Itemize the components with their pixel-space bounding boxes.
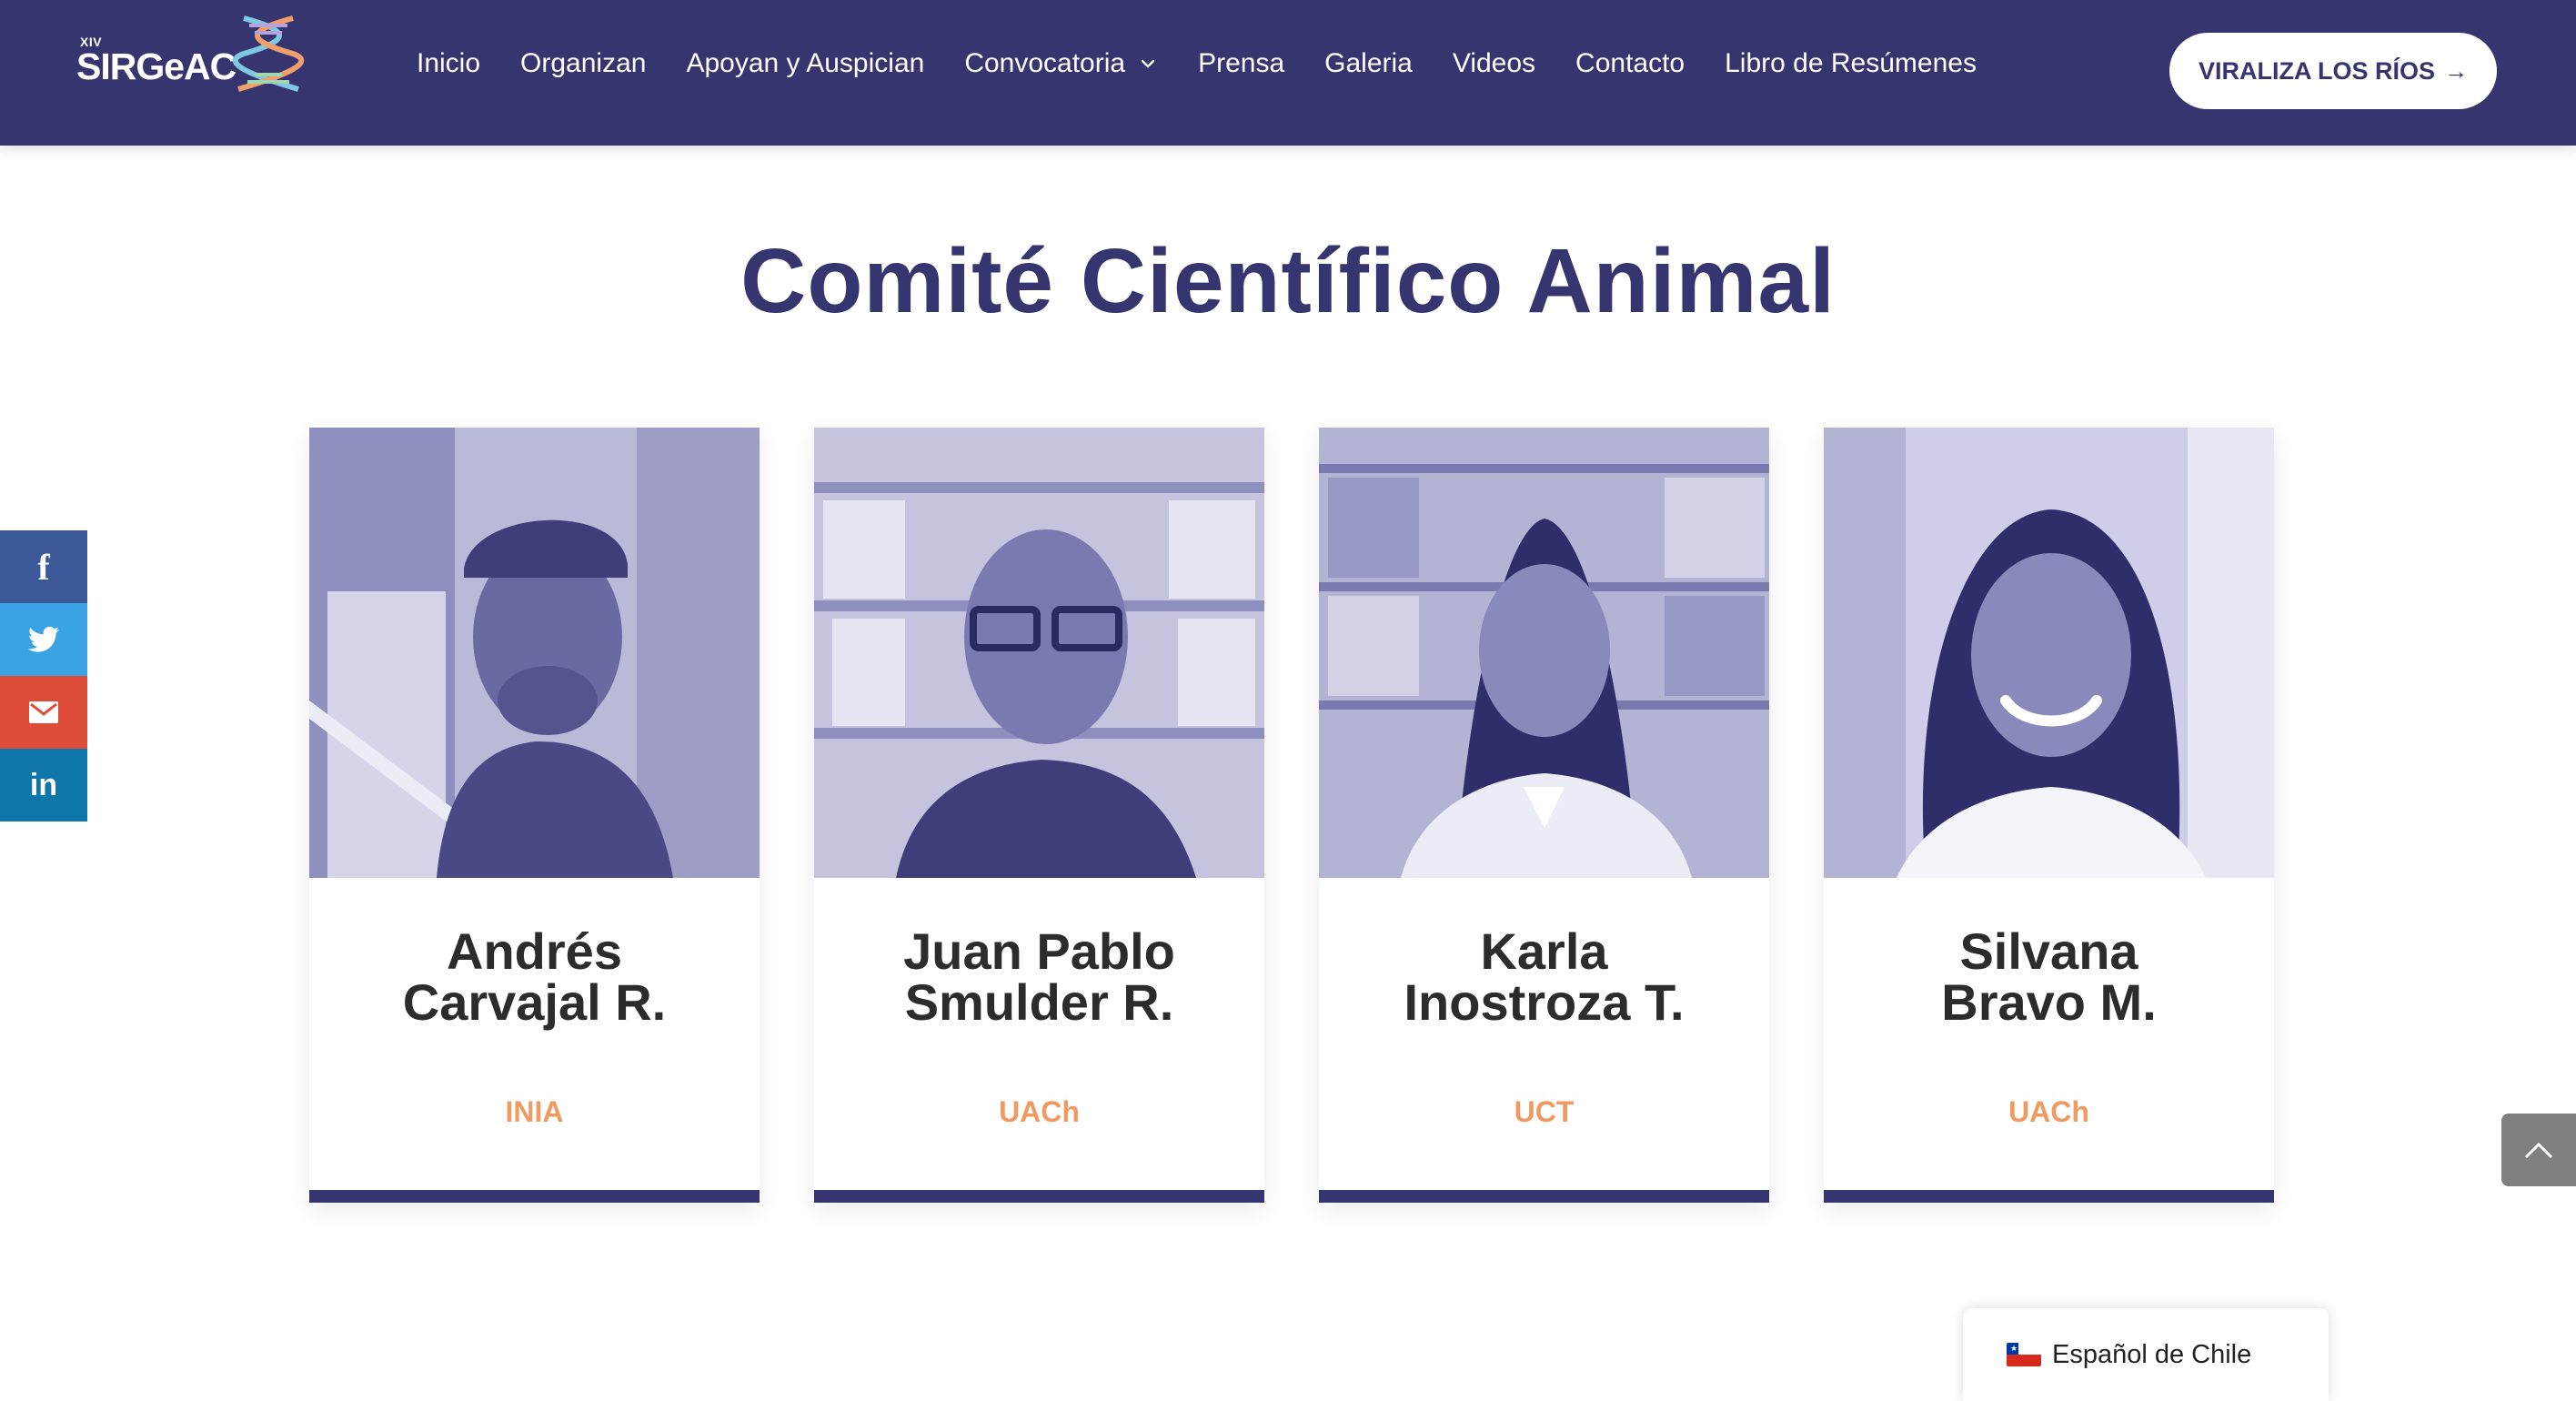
site-logo[interactable]: XIV SIRGeAC: [75, 13, 311, 95]
card-accent-bar: [309, 1190, 760, 1203]
nav-item-organizan[interactable]: Organizan: [520, 48, 646, 79]
member-name: Juan Pablo Smulder R.: [832, 926, 1246, 1028]
chile-flag-icon: ★: [2007, 1343, 2041, 1366]
member-name: Andrés Carvajal R.: [327, 926, 741, 1028]
viraliza-button[interactable]: VIRALIZA LOS RÍOS →: [2169, 33, 2497, 109]
chevron-up-icon: [2524, 1142, 2553, 1159]
nav-item-inicio[interactable]: Inicio: [417, 48, 480, 79]
viraliza-button-label: VIRALIZA LOS RÍOS: [2198, 56, 2435, 85]
member-institution: INIA: [505, 1095, 564, 1128]
member-card[interactable]: Andrés Carvajal R. INIA: [309, 428, 760, 1203]
nav-item-apoyan[interactable]: Apoyan y Auspician: [686, 48, 924, 79]
nav-item-prensa[interactable]: Prensa: [1198, 48, 1284, 79]
member-name-line1: Juan Pablo: [903, 922, 1175, 980]
language-label: Español de Chile: [2052, 1339, 2252, 1369]
member-name-line2: Smulder R.: [904, 973, 1174, 1031]
nav-item-libro-resumenes[interactable]: Libro de Resúmenes: [1725, 48, 1977, 79]
member-name: Silvana Bravo M.: [1842, 926, 2256, 1028]
member-name: Karla Inostroza T.: [1337, 926, 1751, 1028]
language-switcher[interactable]: ★ Español de Chile: [1963, 1308, 2329, 1401]
member-card[interactable]: Silvana Bravo M. UACh: [1824, 428, 2274, 1203]
linkedin-icon: in: [29, 767, 58, 802]
page-title: Comité Científico Animal: [740, 230, 1836, 332]
scroll-to-top-button[interactable]: [2501, 1114, 2576, 1186]
nav-item-galeria[interactable]: Galeria: [1324, 48, 1413, 79]
member-institution: UACh: [999, 1095, 1080, 1128]
member-photo: [814, 428, 1264, 878]
nav-item-convocatoria[interactable]: Convocatoria: [964, 48, 1158, 79]
linkedin-share-button[interactable]: in: [0, 749, 87, 821]
email-icon: [29, 701, 58, 723]
arrow-right-icon: →: [2444, 56, 2468, 85]
twitter-icon: [28, 626, 59, 652]
chevron-down-icon: [1141, 59, 1155, 68]
twitter-share-button[interactable]: [0, 603, 87, 676]
nav-item-convocatoria-label: Convocatoria: [964, 48, 1126, 78]
card-accent-bar: [1319, 1190, 1769, 1203]
email-share-button[interactable]: [0, 676, 87, 749]
dna-icon: [232, 15, 305, 92]
member-photo: [1824, 428, 2274, 878]
member-photo: [1319, 428, 1769, 878]
member-photo: [309, 428, 760, 878]
member-name-line2: Inostroza T.: [1404, 973, 1685, 1031]
facebook-icon: f: [37, 546, 50, 588]
member-institution: UACh: [2008, 1095, 2089, 1128]
member-institution: UCT: [1514, 1095, 1575, 1128]
nav-item-contacto[interactable]: Contacto: [1575, 48, 1685, 79]
main-navigation: Inicio Organizan Apoyan y Auspician Conv…: [417, 45, 2017, 82]
social-share-sidebar: f in: [0, 530, 87, 821]
member-name-line2: Bravo M.: [1941, 973, 2157, 1031]
member-name-line1: Silvana: [1959, 922, 2138, 980]
member-name-line1: Andrés: [447, 922, 622, 980]
member-card[interactable]: Karla Inostroza T. UCT: [1319, 428, 1769, 1203]
member-card[interactable]: Juan Pablo Smulder R. UACh: [814, 428, 1264, 1203]
member-name-line2: Carvajal R.: [402, 973, 667, 1031]
nav-item-videos[interactable]: Videos: [1453, 48, 1535, 79]
card-accent-bar: [814, 1190, 1264, 1203]
facebook-share-button[interactable]: f: [0, 530, 87, 603]
member-name-line1: Karla: [1480, 922, 1608, 980]
logo-text: SIRGeAC: [76, 45, 236, 87]
site-header: XIV SIRGeAC Inicio Organizan Apoyan y Au…: [0, 0, 2576, 146]
card-accent-bar: [1824, 1190, 2274, 1203]
